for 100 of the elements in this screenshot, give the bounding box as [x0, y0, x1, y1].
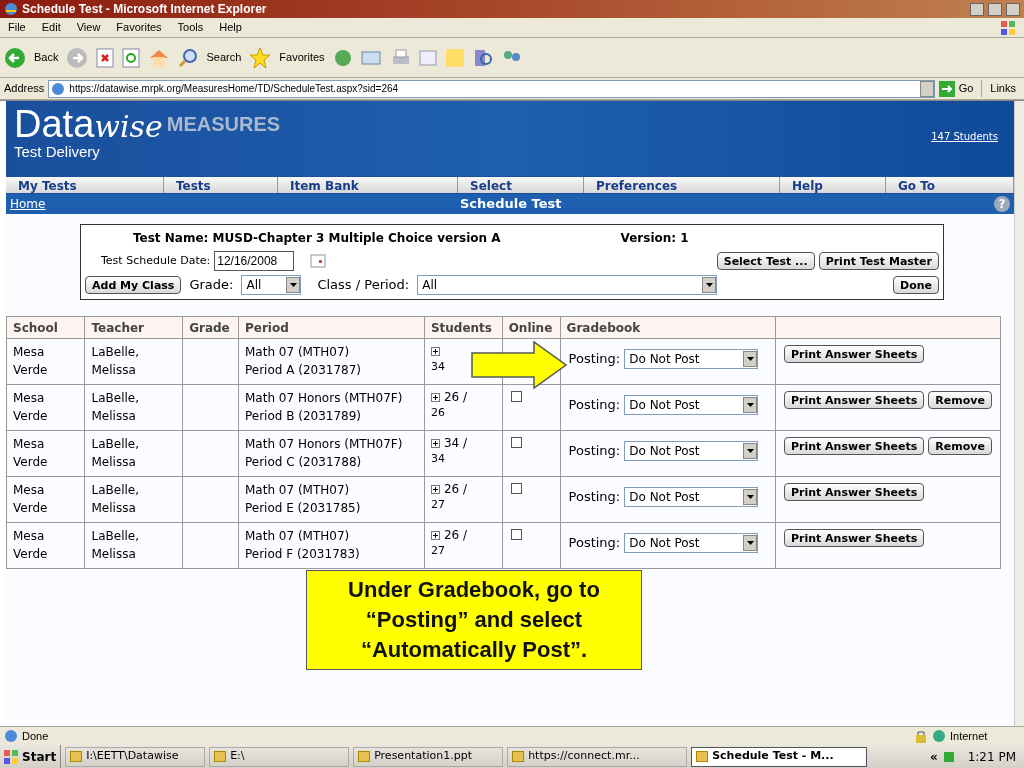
search-button[interactable]: Search: [206, 49, 242, 66]
nav-item[interactable]: Help: [780, 177, 886, 193]
address-label: Address: [4, 81, 45, 97]
table-cell: Mesa Verde: [6, 430, 85, 477]
posting-select[interactable]: Do Not Post: [624, 533, 759, 553]
window-title: Schedule Test - Microsoft Internet Explorer: [22, 1, 268, 18]
online-checkbox[interactable]: [510, 483, 522, 494]
posting-select[interactable]: Do Not Post: [624, 395, 759, 415]
column-header: Teacher: [85, 316, 183, 339]
column-header: Online: [502, 316, 561, 339]
logo-text: Datawise: [14, 105, 163, 143]
menu-item[interactable]: File: [8, 19, 26, 36]
minimize-button[interactable]: [970, 2, 984, 16]
favorites-button[interactable]: Favorites: [279, 49, 325, 66]
print-answer-sheets-button[interactable]: Print Answer Sheets: [783, 529, 925, 547]
online-checkbox[interactable]: [510, 437, 522, 448]
expand-icon[interactable]: [430, 346, 440, 356]
taskbar-button[interactable]: E:\: [209, 746, 350, 767]
posting-label: Posting:: [568, 442, 621, 461]
remove-button[interactable]: Remove: [928, 391, 992, 409]
nav-item[interactable]: Select: [458, 177, 584, 193]
menu-item[interactable]: Help: [219, 19, 242, 36]
posting-label: Posting:: [568, 488, 621, 507]
print-answer-sheets-button[interactable]: Print Answer Sheets: [783, 437, 925, 455]
nav-item[interactable]: Preferences: [584, 177, 780, 193]
table-cell: Mesa Verde: [6, 384, 85, 431]
home-link[interactable]: Home: [10, 195, 410, 213]
grade-select[interactable]: All: [241, 275, 302, 295]
nav-item[interactable]: Item Bank: [278, 177, 458, 193]
total-count: 34: [430, 451, 446, 467]
print-test-master-button[interactable]: Print Test Master: [818, 252, 939, 270]
close-button[interactable]: [1006, 2, 1020, 16]
taskbar-button[interactable]: Schedule Test - M...: [691, 746, 868, 767]
column-header: Gradebook: [560, 316, 776, 339]
lock-icon: [914, 729, 928, 743]
menu-item[interactable]: Edit: [41, 19, 61, 36]
calendar-icon[interactable]: [310, 254, 327, 268]
posting-select[interactable]: Do Not Post: [624, 349, 759, 369]
remove-button[interactable]: Remove: [928, 437, 992, 455]
expand-icon[interactable]: [430, 530, 440, 540]
expand-icon[interactable]: [430, 438, 440, 448]
menu-item[interactable]: View: [76, 19, 101, 36]
column-header: School: [6, 316, 85, 339]
print-answer-sheets-button[interactable]: Print Answer Sheets: [783, 391, 925, 409]
back-button[interactable]: Back: [34, 49, 59, 66]
print-answer-sheets-button[interactable]: Print Answer Sheets: [783, 345, 925, 363]
posting-select[interactable]: Do Not Post: [624, 487, 759, 507]
add-my-class-button[interactable]: Add My Class: [85, 276, 182, 294]
status-text: Done: [22, 728, 50, 744]
done-button[interactable]: Done: [893, 276, 939, 294]
page-title: Schedule Test: [459, 195, 563, 214]
class-period-select[interactable]: All: [417, 275, 718, 295]
grade-label: Grade:: [189, 276, 234, 295]
tray-chevron[interactable]: «: [929, 747, 938, 766]
period-text: Period E (2031785): [244, 500, 362, 517]
go-button[interactable]: Go: [958, 80, 983, 97]
star-icon[interactable]: [249, 46, 272, 69]
taskbar-button[interactable]: https://connect.mr...: [507, 746, 688, 767]
start-button[interactable]: Start: [0, 745, 62, 768]
select-test-button[interactable]: Select Test ...: [716, 252, 815, 270]
table-cell: Mesa Verde: [6, 476, 85, 523]
task-icon: [696, 751, 709, 762]
posting-label: Posting:: [568, 534, 621, 553]
expand-icon[interactable]: [430, 392, 440, 402]
nav-item[interactable]: Tests: [164, 177, 278, 193]
stop-icon[interactable]: [96, 47, 115, 68]
enrolled-count: 26 /: [443, 481, 468, 498]
period-text: Period F (2031783): [244, 546, 361, 563]
test-name: Test Name: MUSD-Chapter 3 Multiple Choice version A: [133, 230, 501, 247]
period-text: Period B (2031789): [244, 408, 363, 425]
period-text: Math 07 (MTH07): [244, 482, 351, 499]
search-icon[interactable]: [178, 47, 199, 68]
date-field[interactable]: 12/16/2008: [214, 251, 295, 271]
logo-subtitle: Test Delivery: [14, 143, 101, 162]
enrolled-count: 34 /: [443, 435, 468, 452]
task-icon: [214, 751, 227, 762]
table-cell: Mesa Verde: [6, 522, 85, 569]
expand-icon[interactable]: [430, 484, 440, 494]
total-count: 27: [430, 543, 446, 559]
restore-button[interactable]: [988, 2, 1002, 16]
menu-item[interactable]: Favorites: [116, 19, 162, 36]
posting-select[interactable]: Do Not Post: [624, 441, 759, 461]
windows-logo-icon: [1000, 19, 1016, 36]
students-link[interactable]: 147 Students: [931, 129, 998, 144]
address-field[interactable]: https://datawise.mrpk.org/MeasuresHome/TD/ScheduleTest.aspx?sid=264: [48, 79, 935, 98]
table-cell: LaBelle, Melissa: [85, 338, 183, 385]
task-icon: [358, 751, 371, 762]
nav-item[interactable]: My Tests: [6, 177, 164, 193]
online-checkbox[interactable]: [510, 391, 522, 402]
period-text: Math 07 (MTH07): [244, 528, 351, 545]
online-checkbox[interactable]: [510, 529, 522, 540]
links-button[interactable]: Links: [986, 80, 1020, 97]
zone-text: Internet: [950, 728, 989, 744]
period-text: Period C (2031788): [244, 454, 363, 471]
scrollbar[interactable]: [1014, 101, 1024, 726]
refresh-icon[interactable]: [122, 47, 141, 68]
print-answer-sheets-button[interactable]: Print Answer Sheets: [783, 483, 925, 501]
taskbar-button[interactable]: Presentation1.ppt: [353, 746, 504, 767]
menu-item[interactable]: Tools: [177, 19, 204, 36]
taskbar-button[interactable]: I:\EETT\Datawise: [65, 746, 206, 767]
